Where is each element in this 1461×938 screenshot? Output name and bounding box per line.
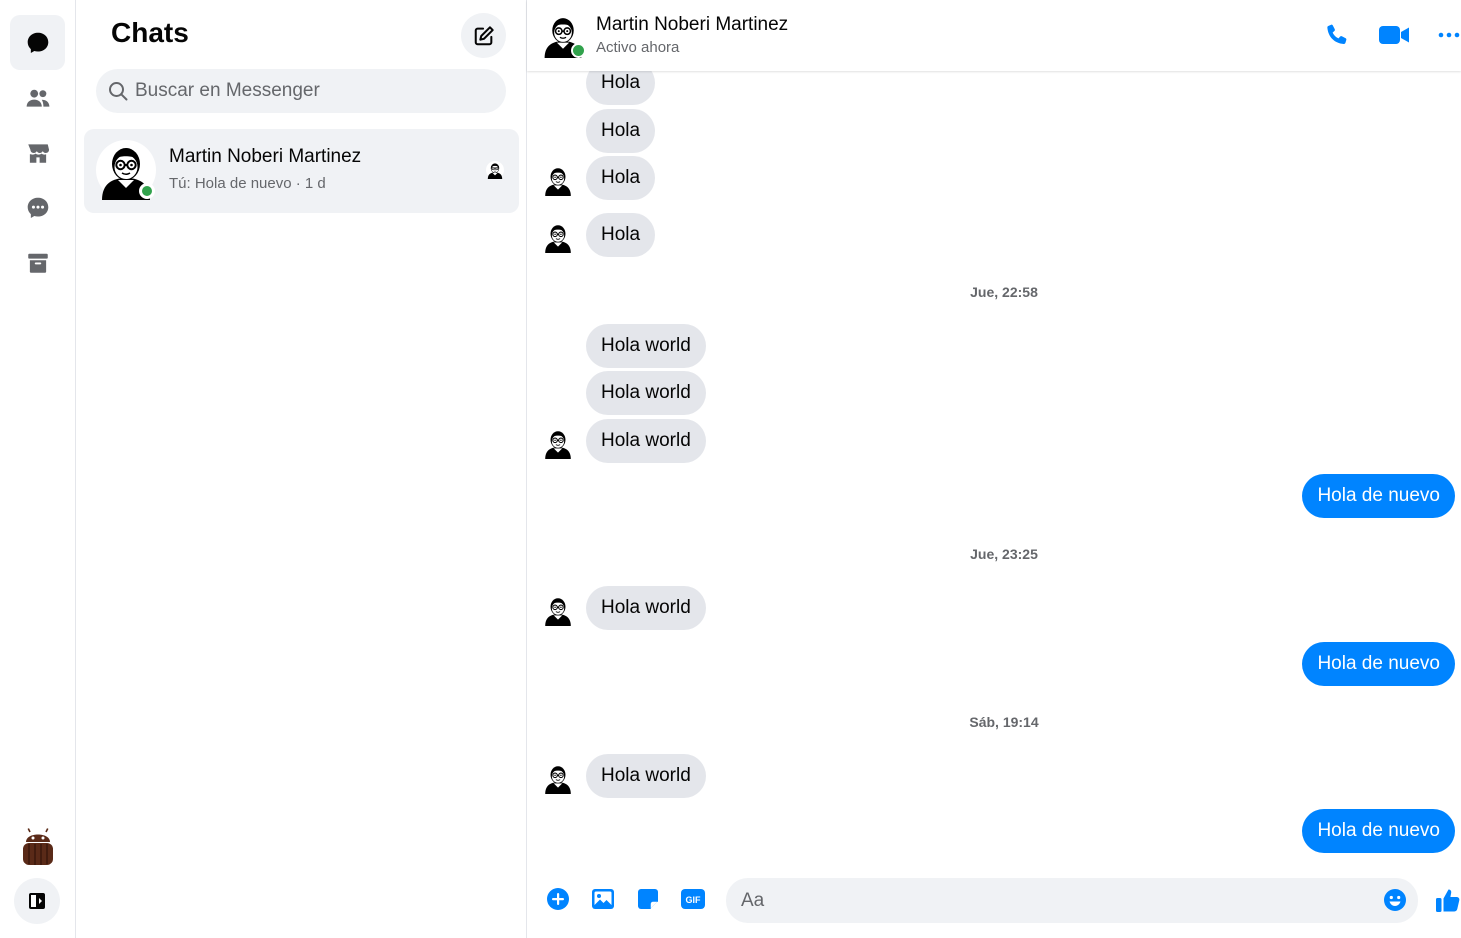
more-actions-button[interactable] <box>546 887 570 911</box>
chats-title: Chats <box>111 17 189 48</box>
audio-call-button[interactable] <box>1322 20 1352 50</box>
message-bubble-sent[interactable]: Hola de nuevo <box>1302 809 1455 853</box>
message-input-wrap <box>726 878 1418 923</box>
message-bubble-received[interactable]: Hola <box>586 71 656 105</box>
chat-list-panel: Chats Martin Noberi Martinez Tú: Hola de… <box>76 0 527 938</box>
message-bubble-received[interactable]: Hola <box>586 109 656 153</box>
people-icon <box>26 89 49 107</box>
contact-status: Activo ahora <box>596 39 680 56</box>
online-indicator <box>139 183 155 199</box>
sticker-button[interactable] <box>636 887 660 911</box>
new-message-button[interactable] <box>461 13 506 58</box>
conversation-header: Martin Noberi Martinez Activo ahora <box>527 0 1461 71</box>
search-icon <box>109 82 128 101</box>
sender-avatar-icon <box>542 760 574 796</box>
timestamp: Sáb, 19:14 <box>969 714 1039 730</box>
video-call-button[interactable] <box>1377 20 1411 50</box>
nav-rail <box>0 0 76 938</box>
message-input[interactable] <box>741 878 1371 923</box>
video-camera-icon <box>1379 26 1409 44</box>
seen-avatar-icon <box>486 161 504 179</box>
message-requests-icon <box>27 197 48 218</box>
message-bubble-received[interactable]: Hola world <box>586 586 706 630</box>
more-dots-icon <box>1438 32 1460 38</box>
attach-photo-button[interactable] <box>591 887 615 911</box>
timestamp: Jue, 23:25 <box>970 546 1038 562</box>
sender-avatar-icon <box>542 425 574 461</box>
composer: GIF <box>527 861 1461 938</box>
conversation-panel: Martin Noberi Martinez Activo ahora Hola… <box>527 0 1461 938</box>
plus-circle-icon <box>547 888 569 910</box>
message-bubble-sent[interactable]: Hola de nuevo <box>1302 642 1455 686</box>
sticker-icon <box>638 889 658 909</box>
search-input[interactable] <box>135 80 475 102</box>
sender-avatar-icon <box>542 162 574 198</box>
gif-button[interactable]: GIF <box>680 887 706 911</box>
conversation-preview: Tú: Hola de nuevo · 1 d <box>169 175 326 192</box>
timestamp: Jue, 22:58 <box>970 284 1038 300</box>
emoji-icon[interactable] <box>1383 888 1407 912</box>
gif-label: GIF <box>686 895 702 905</box>
profile-avatar[interactable] <box>17 826 59 868</box>
message-bubble-received[interactable]: Hola world <box>586 419 706 463</box>
conversation-item[interactable]: Martin Noberi Martinez Tú: Hola de nuevo… <box>84 129 519 213</box>
sidebar-toggle-button[interactable] <box>14 878 60 924</box>
sender-avatar-icon <box>542 592 574 628</box>
store-icon <box>27 143 49 163</box>
message-bubble-received[interactable]: Hola world <box>586 371 706 415</box>
android-avatar-icon <box>17 826 59 868</box>
message-thread: Hola Hola Hola Hola Jue, 22:58 Hola worl… <box>527 71 1461 861</box>
rail-item-chats[interactable] <box>10 15 65 70</box>
compose-icon <box>474 25 494 45</box>
avatar <box>96 140 156 200</box>
gif-icon: GIF <box>681 889 705 909</box>
message-bubble-received[interactable]: Hola world <box>586 324 706 368</box>
contact-name[interactable]: Martin Noberi Martinez <box>596 14 788 36</box>
thumbs-up-icon[interactable] <box>1435 887 1461 913</box>
sender-avatar-icon <box>542 219 574 255</box>
more-options-button[interactable] <box>1434 20 1461 50</box>
message-bubble-sent[interactable]: Hola de nuevo <box>1302 474 1455 518</box>
message-bubble-received[interactable]: Hola <box>586 156 656 200</box>
message-bubble-received[interactable]: Hola world <box>586 754 706 798</box>
rail-item-marketplace[interactable] <box>10 125 65 180</box>
message-bubble-received[interactable]: Hola <box>586 213 656 257</box>
phone-icon <box>1327 24 1347 45</box>
rail-item-archived[interactable] <box>10 235 65 290</box>
search-box <box>96 69 506 113</box>
sidebar-toggle-icon <box>29 893 45 909</box>
chat-bubble-icon <box>27 32 48 53</box>
image-icon <box>592 889 614 909</box>
conversation-name: Martin Noberi Martinez <box>169 146 362 167</box>
archive-icon <box>27 253 48 273</box>
online-indicator <box>571 43 586 58</box>
rail-item-requests[interactable] <box>10 180 65 235</box>
header-avatar[interactable] <box>540 12 586 58</box>
rail-item-people[interactable] <box>10 70 65 125</box>
